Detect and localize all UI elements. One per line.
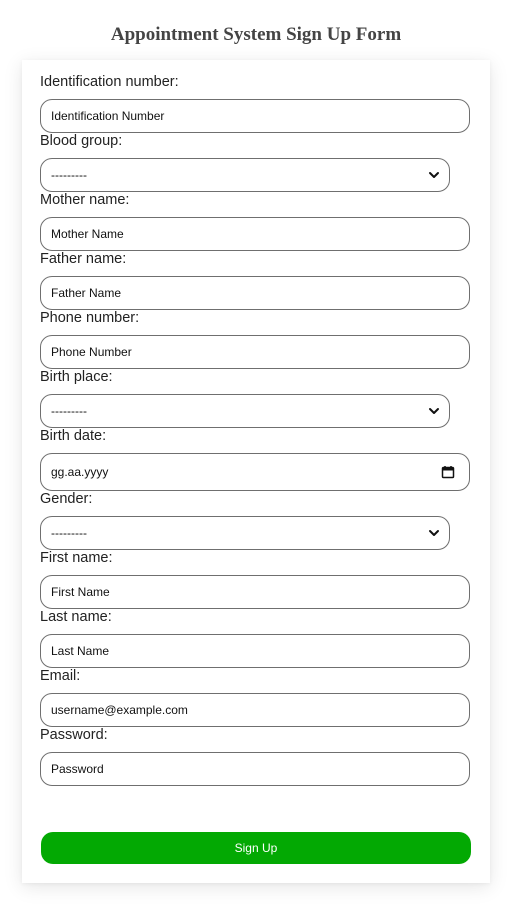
calendar-icon[interactable] <box>441 465 455 479</box>
first-name-input[interactable]: First Name <box>40 575 470 609</box>
phone-number-input[interactable]: Phone Number <box>40 335 470 369</box>
birth-date-label: Birth date: <box>40 428 107 444</box>
identification-label: Identification number: <box>40 74 179 90</box>
blood-group-select[interactable]: --------- <box>40 158 450 192</box>
phone-number-label: Phone number: <box>40 310 140 326</box>
mother-name-placeholder: Mother Name <box>51 227 124 241</box>
identification-input[interactable]: Identification Number <box>40 99 470 133</box>
blood-group-value: --------- <box>51 168 87 182</box>
father-name-placeholder: Father Name <box>51 286 122 300</box>
email-input[interactable]: username@example.com <box>40 693 470 727</box>
identification-placeholder: Identification Number <box>51 109 165 123</box>
sign-up-button[interactable]: Sign Up <box>41 832 471 864</box>
mother-name-label: Mother name: <box>40 192 130 208</box>
page-title: Appointment System Sign Up Form <box>110 24 402 45</box>
email-label: Email: <box>40 668 81 684</box>
chevron-down-icon <box>429 530 439 536</box>
birth-place-select[interactable]: --------- <box>40 394 450 428</box>
password-input[interactable]: Password <box>40 752 470 786</box>
chevron-down-icon <box>429 408 439 414</box>
mother-name-input[interactable]: Mother Name <box>40 217 470 251</box>
father-name-input[interactable]: Father Name <box>40 276 470 310</box>
chevron-down-icon <box>429 172 439 178</box>
last-name-input[interactable]: Last Name <box>40 634 470 668</box>
first-name-label: First name: <box>40 550 113 566</box>
birth-place-value: --------- <box>51 404 87 418</box>
phone-number-placeholder: Phone Number <box>51 345 132 359</box>
blood-group-label: Blood group: <box>40 133 123 149</box>
birth-date-input[interactable]: gg.aa.yyyy <box>40 453 470 491</box>
birth-place-label: Birth place: <box>40 369 113 385</box>
father-name-label: Father name: <box>40 251 127 267</box>
password-label: Password: <box>40 727 108 743</box>
gender-select[interactable]: --------- <box>40 516 450 550</box>
gender-label: Gender: <box>40 491 93 507</box>
last-name-placeholder: Last Name <box>51 644 110 658</box>
last-name-label: Last name: <box>40 609 112 625</box>
email-placeholder: username@example.com <box>51 703 188 717</box>
birth-date-placeholder: gg.aa.yyyy <box>51 465 109 479</box>
gender-value: --------- <box>51 526 87 540</box>
password-placeholder: Password <box>51 762 104 776</box>
first-name-placeholder: First Name <box>51 585 110 599</box>
